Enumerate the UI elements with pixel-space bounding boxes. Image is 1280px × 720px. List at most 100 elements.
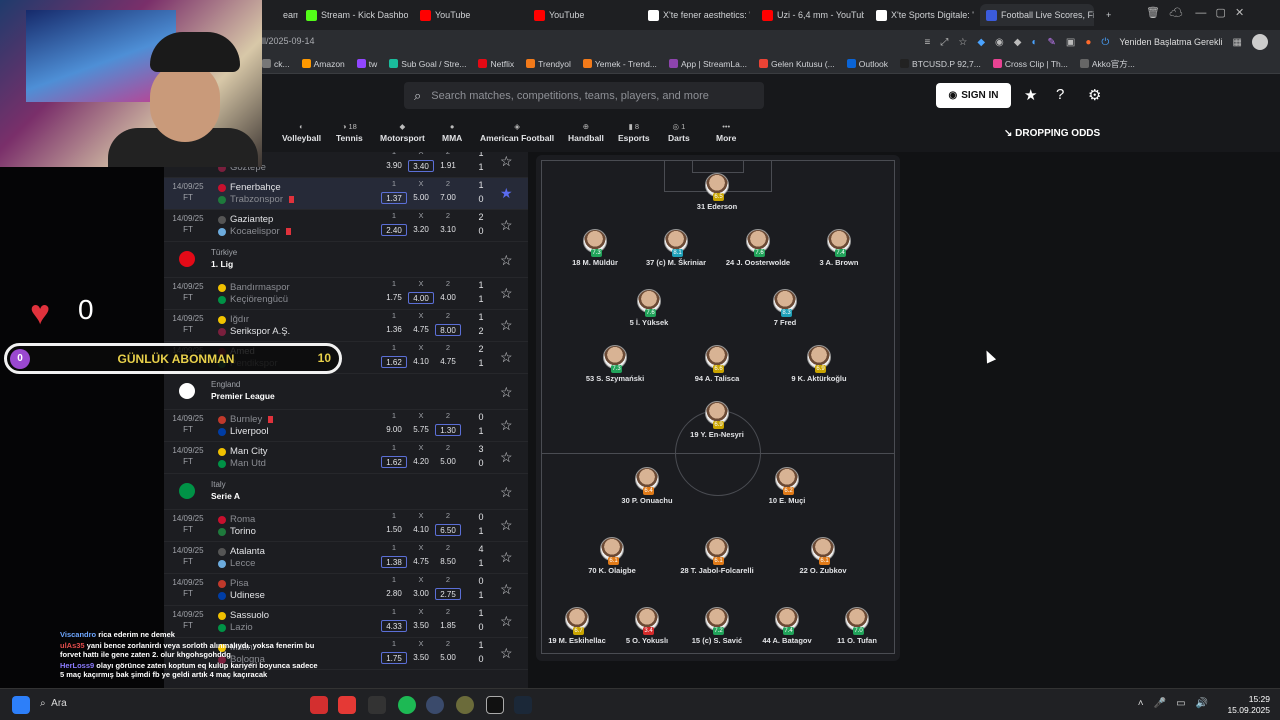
match-row[interactable]: 14/09/25 FT Bandırmaspor Keçiörengücü 1 1.75 X… (164, 278, 528, 310)
lineup-player[interactable]: 7.2 15 (c) S. Savić (680, 607, 754, 645)
search-input[interactable]: ⌕ Search matches, competitions, teams, p… (404, 82, 764, 109)
sport-tab[interactable]: ◎ 1 Darts (668, 122, 690, 143)
lineup-player[interactable]: 7.0 11 O. Tufan (820, 607, 894, 645)
bookmark-item[interactable]: Yemek - Trend... (582, 59, 657, 69)
sport-tab[interactable]: ◑ 18 Tennis (336, 122, 363, 143)
clock[interactable]: 15:29 15.09.2025 (1227, 694, 1270, 716)
obs-icon[interactable] (486, 696, 504, 714)
lineup-player[interactable]: 7.3 18 M. Müldür (558, 229, 632, 267)
odds-value[interactable]: 1.75 (381, 652, 407, 664)
lineup-player[interactable]: 7.4 44 A. Batagov (750, 607, 824, 645)
match-row[interactable]: 14/09/25 FT Atalanta Lecce 1 1.38 X 4.75 2 8.50 4 1… (164, 542, 528, 574)
odds-value[interactable]: 1.62 (381, 356, 407, 368)
match-row[interactable]: 14/09/25 FT Fenerbahçe Trabzonspor 1 1.37 X 5.0… (164, 178, 528, 210)
vivaldi-icon[interactable] (310, 696, 328, 714)
bookmark-item[interactable]: Cross Clip | Th... (992, 59, 1068, 69)
odds-value[interactable]: 3.40 (408, 160, 434, 172)
favorite-star-icon[interactable]: ☆ (500, 549, 513, 566)
odds-value[interactable]: 2.40 (381, 224, 407, 236)
bookmark-item[interactable]: Netflix (478, 59, 514, 69)
share-icon[interactable]: ⤢ (940, 37, 948, 48)
favorite-league-star-icon[interactable]: ☆ (500, 252, 513, 269)
odds-value[interactable]: 5.00 (408, 192, 434, 204)
browser-tab[interactable]: X'te Sports Digitale: " ðŸ”¥ (870, 4, 974, 26)
favorite-star-icon[interactable]: ☆ (500, 317, 513, 334)
league-header[interactable]: Türkiye 1. Lig ☆ (164, 242, 528, 278)
spotify-icon[interactable] (398, 696, 416, 714)
bookmark-item[interactable]: ck... (262, 59, 290, 69)
browser-tab[interactable]: Uzi - 6,4 mm - YouTube (756, 4, 864, 26)
bookmark-item[interactable]: Sub Goal / Stre... (389, 59, 466, 69)
new-tab-button[interactable]: + (1100, 4, 1116, 26)
lineup-player[interactable]: 6.1 70 K. Olaigbe (575, 537, 649, 575)
odds-value[interactable]: 1.30 (435, 424, 461, 436)
favorite-star-icon[interactable]: ☆ (500, 645, 513, 662)
lineup-player[interactable]: 6.1 28 T. Jabol-Folcarelli (680, 537, 754, 575)
odds-value[interactable]: 4.00 (408, 292, 434, 304)
sport-tab[interactable]: ••• More (716, 122, 736, 143)
browser-tab[interactable]: Football Live Scores, Fixt (980, 4, 1094, 26)
bookmark-item[interactable]: Trendyol (526, 59, 571, 69)
app-icon[interactable] (368, 696, 386, 714)
lineup-player[interactable]: 6.9 19 Y. En-Nesyri (680, 401, 754, 439)
odds-value[interactable]: 8.50 (435, 556, 461, 568)
match-row[interactable]: 14/09/25 FT Burnley Liverpool 1 9.00 X 5.75 2 1.3… (164, 410, 528, 442)
system-tray[interactable]: ˄🎤▭🔊 (1138, 698, 1218, 709)
sidebar-icon[interactable]: ▦ (1233, 37, 1242, 48)
odds-value[interactable]: 1.38 (381, 556, 407, 568)
extension-icon[interactable]: ✎ (1048, 37, 1056, 48)
odds-value[interactable]: 1.91 (435, 160, 461, 172)
match-row[interactable]: 14/09/25 FT Iğdır Serikspor A.Ş. 1 1.36 X 4.75 2… (164, 310, 528, 342)
sport-tab[interactable]: ● MMA (442, 122, 462, 143)
url-text[interactable]: ll/2025-09-14 (262, 36, 315, 46)
browser-tab[interactable]: X'te fener aesthetics: "htt (642, 4, 750, 26)
windows-start-icon[interactable] (12, 696, 30, 714)
odds-value[interactable]: 5.00 (435, 652, 461, 664)
favorite-star-icon[interactable]: ☆ (500, 581, 513, 598)
app-icon[interactable] (426, 696, 444, 714)
lineup-player[interactable]: 6.1 22 O. Zubkov (786, 537, 860, 575)
lineup-player[interactable]: 7.6 5 İ. Yüksek (612, 289, 686, 327)
sport-tab[interactable]: ▮ 8 Esports (618, 122, 650, 143)
bookmark-item[interactable]: Amazon (301, 59, 345, 69)
odds-value[interactable]: 4.20 (408, 456, 434, 468)
match-row[interactable]: 14/09/25 FT Man City Man Utd 1 1.62 X 4.20 2 5.00… (164, 442, 528, 474)
odds-value[interactable]: 8.00 (435, 324, 461, 336)
bookmark-item[interactable]: BTCUSD.P 92,7... (900, 59, 981, 69)
lineup-player[interactable]: 6.9 9 K. Aktürkoğlu (782, 345, 856, 383)
dropping-odds-link[interactable]: ↘ DROPPING ODDS (1004, 128, 1100, 139)
odds-value[interactable]: 4.00 (435, 292, 461, 304)
odds-value[interactable]: 4.10 (408, 356, 434, 368)
favorite-star-icon[interactable]: ☆ (500, 613, 513, 630)
steam-icon[interactable] (514, 696, 532, 714)
odds-value[interactable]: 2.80 (381, 588, 407, 600)
odds-value[interactable]: 4.33 (381, 620, 407, 632)
odds-value[interactable]: 1.75 (381, 292, 407, 304)
match-row[interactable]: 14/09/25 FT Roma Torino 1 1.50 X 4.10 2 6.50 0 1 ☆ (164, 510, 528, 542)
lineup-player[interactable]: 6.2 10 E. Muçi (750, 467, 824, 505)
browser-tab[interactable]: Stream - Kick Dashboard (300, 4, 408, 26)
favorite-league-star-icon[interactable]: ☆ (500, 384, 513, 401)
match-row[interactable]: 14/09/25 FT Gaziantep Kocaelispor 1 2.40 X 3.20… (164, 210, 528, 242)
sport-tab[interactable]: ⊕ Handball (568, 122, 604, 143)
sport-tab[interactable]: ◈ American Football (480, 122, 554, 143)
odds-value[interactable]: 1.50 (381, 524, 407, 536)
favorite-star-icon[interactable]: ☆ (500, 449, 513, 466)
reader-icon[interactable]: ≡ (925, 37, 931, 48)
odds-value[interactable]: 1.62 (381, 456, 407, 468)
odds-value[interactable]: 9.00 (381, 424, 407, 436)
favorite-star-icon[interactable]: ☆ (500, 517, 513, 534)
league-header[interactable]: Italy Serie A ☆ (164, 474, 528, 510)
odds-value[interactable]: 4.75 (435, 356, 461, 368)
sport-tab[interactable]: ◆ Motorsport (380, 122, 425, 143)
browser-tab[interactable]: YouTube (414, 4, 522, 26)
bookmark-item[interactable]: Outlook (846, 59, 888, 69)
browser-tab[interactable]: YouTube (528, 4, 636, 26)
bookmark-item[interactable]: Akko官方... (1079, 58, 1135, 70)
taskbar-search[interactable]: ⌕ Ara (40, 698, 67, 709)
odds-value[interactable]: 1.37 (381, 192, 407, 204)
odds-value[interactable]: 6.50 (435, 524, 461, 536)
favorite-star-icon[interactable]: ☆ (500, 417, 513, 434)
league-header[interactable]: England Premier League ☆ (164, 374, 528, 410)
odds-value[interactable]: 3.10 (435, 224, 461, 236)
